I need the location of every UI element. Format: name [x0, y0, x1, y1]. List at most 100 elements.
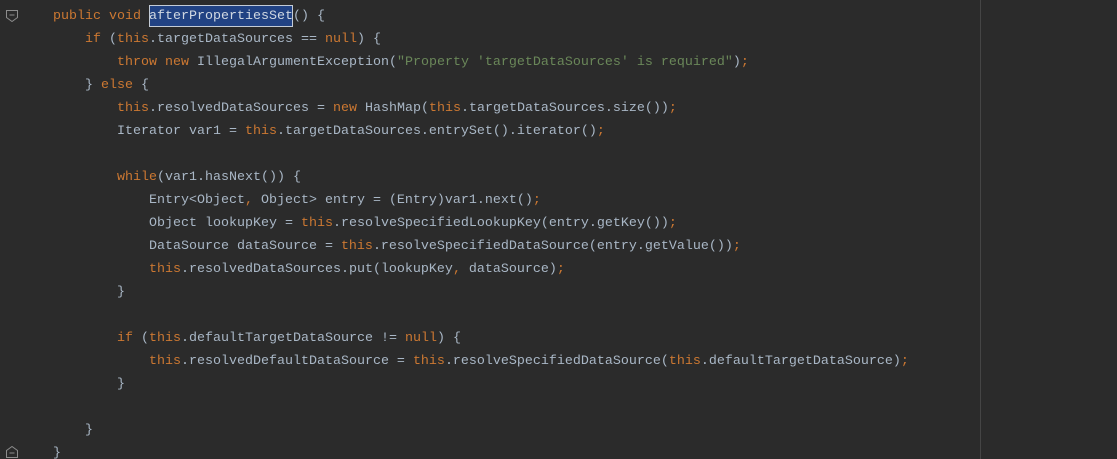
code-token-keyword: this	[428, 101, 461, 116]
code-line[interactable]: public void afterPropertiesSet() {	[53, 5, 1113, 28]
code-line[interactable]: throw new IllegalArgumentException("Prop…	[53, 51, 1113, 74]
code-token-punct: ;	[556, 262, 565, 277]
code-token-punct: ,	[244, 193, 253, 208]
code-token-plain: () {	[292, 9, 325, 24]
code-token-plain: Entry<Object	[53, 193, 245, 208]
code-token-keyword: this	[117, 32, 149, 47]
code-token-plain: IllegalArgumentException(	[189, 55, 397, 70]
code-token-plain: .resolveSpecifiedDataSource(entry.getVal…	[372, 239, 733, 254]
code-token-plain: ) {	[436, 331, 461, 346]
code-token-plain: Object lookupKey =	[53, 216, 301, 231]
code-line[interactable]	[53, 143, 1113, 166]
code-token-string: "Property 'targetDataSources' is require…	[396, 55, 733, 70]
code-token-plain: .targetDataSources.entrySet().iterator()	[276, 124, 597, 139]
code-token-punct: ;	[668, 216, 677, 231]
code-line[interactable]	[53, 396, 1113, 419]
code-line[interactable]: if (this.targetDataSources == null) {	[53, 28, 1113, 51]
code-token-keyword: void	[109, 9, 141, 24]
code-line[interactable]	[53, 304, 1113, 327]
code-token-plain: (var1.hasNext()) {	[157, 170, 301, 185]
code-line[interactable]: } else {	[53, 74, 1113, 97]
code-token-plain: .resolvedDefaultDataSource =	[180, 354, 413, 369]
code-line[interactable]: Object lookupKey = this.resolveSpecified…	[53, 212, 1113, 235]
code-token-keyword: this	[149, 331, 181, 346]
code-token-keyword: this	[117, 101, 149, 116]
code-token-plain: .resolvedDataSources.put(lookupKey	[180, 262, 453, 277]
code-token-punct: ;	[596, 124, 605, 139]
code-token-keyword: else	[101, 78, 133, 93]
code-token-keyword: if	[117, 331, 133, 346]
code-token-plain: .targetDataSources ==	[149, 32, 325, 47]
code-token-plain: .resolveSpecifiedDataSource(	[444, 354, 669, 369]
code-token-keyword: this	[668, 354, 701, 369]
code-token-punct: ;	[900, 354, 909, 369]
code-token-plain: ) {	[356, 32, 381, 47]
code-token-plain: }	[53, 423, 93, 438]
code-token-keyword: this	[148, 354, 181, 369]
code-line[interactable]: while(var1.hasNext()) {	[53, 166, 1113, 189]
code-token-plain: HashMap(	[356, 101, 429, 116]
fold-end-icon[interactable]	[6, 446, 18, 458]
code-token-plain: .targetDataSources.size())	[460, 101, 669, 116]
code-token-keyword: this	[340, 239, 373, 254]
code-line[interactable]: DataSource dataSource = this.resolveSpec…	[53, 235, 1113, 258]
code-line[interactable]: if (this.defaultTargetDataSource != null…	[53, 327, 1113, 350]
code-line[interactable]: this.resolvedDefaultDataSource = this.re…	[53, 350, 1113, 373]
code-token-keyword: null	[324, 32, 357, 47]
code-token-keyword: this	[300, 216, 333, 231]
code-token-plain: DataSource dataSource =	[53, 239, 341, 254]
code-token-plain: {	[133, 78, 149, 93]
code-token-keyword: while	[117, 170, 157, 185]
code-token-keyword: public	[53, 9, 101, 24]
code-line[interactable]: }	[53, 281, 1113, 304]
code-token-punct: ;	[532, 193, 541, 208]
code-token-plain: (	[133, 331, 149, 346]
code-line[interactable]: }	[53, 419, 1113, 442]
code-line[interactable]: this.resolvedDataSources.put(lookupKey, …	[53, 258, 1113, 281]
gutter	[0, 0, 40, 459]
code-token-plain: (	[101, 32, 117, 47]
code-line[interactable]: }	[53, 373, 1113, 396]
code-area[interactable]: public void afterPropertiesSet() { if (t…	[53, 5, 1113, 459]
code-token-keyword: new	[332, 101, 357, 116]
code-token-keyword: null	[404, 331, 437, 346]
code-token-keyword: this	[148, 262, 181, 277]
code-token-plain: )	[732, 55, 741, 70]
code-token-plain: }	[53, 285, 125, 300]
method-name-selection[interactable]: afterPropertiesSet	[149, 5, 293, 27]
code-line[interactable]: this.resolvedDataSources = new HashMap(t…	[53, 97, 1113, 120]
code-token-plain: }	[53, 78, 101, 93]
code-token-punct: ;	[668, 101, 677, 116]
code-token-plain: .resolvedDataSources =	[149, 101, 333, 116]
code-token-keyword: this	[412, 354, 445, 369]
code-token-plain: .defaultTargetDataSource)	[700, 354, 901, 369]
fold-collapse-icon[interactable]	[6, 10, 18, 22]
code-token-plain: Object> entry = (Entry)var1.next()	[252, 193, 533, 208]
code-editor[interactable]: public void afterPropertiesSet() { if (t…	[0, 0, 1117, 459]
code-token-punct: ,	[452, 262, 461, 277]
code-token-plain: .resolveSpecifiedLookupKey(entry.getKey(…	[332, 216, 669, 231]
code-token-keyword: new	[165, 55, 189, 70]
code-token-keyword: if	[85, 32, 101, 47]
code-token-keyword: throw	[117, 55, 157, 70]
code-token-punct: ;	[732, 239, 741, 254]
code-token-plain: dataSource)	[460, 262, 557, 277]
code-token-plain: .defaultTargetDataSource !=	[181, 331, 405, 346]
code-token-plain: Iterator var1 =	[53, 124, 245, 139]
code-token-keyword: this	[244, 124, 277, 139]
code-line[interactable]: Entry<Object, Object> entry = (Entry)var…	[53, 189, 1113, 212]
code-line[interactable]: Iterator var1 = this.targetDataSources.e…	[53, 120, 1113, 143]
code-token-plain: }	[53, 377, 125, 392]
code-token-punct: ;	[740, 55, 749, 70]
code-line[interactable]: }	[53, 442, 1113, 459]
